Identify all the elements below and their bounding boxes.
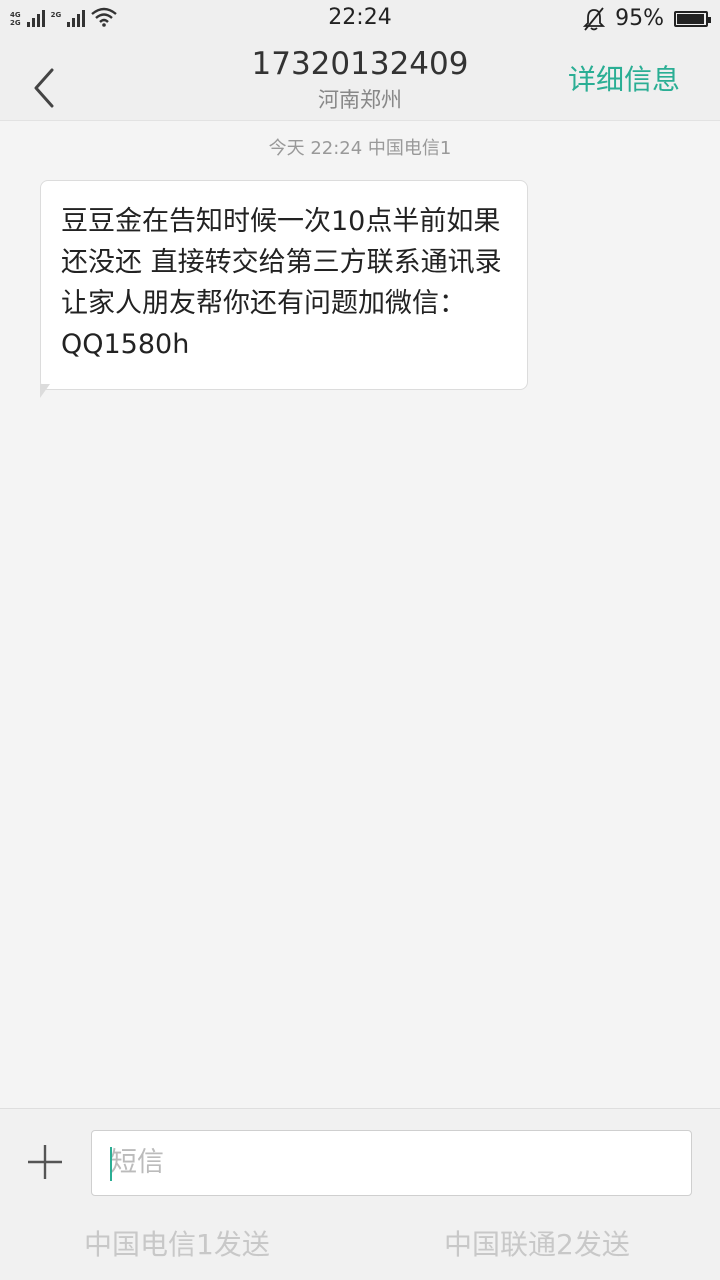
- battery-fill: [677, 13, 704, 24]
- messaging-screen: 4G 2G 2G 22:24 95% 17320132409 河南郑州 详细信息…: [0, 0, 720, 1280]
- message-text: 豆豆金在告知时候一次10点半前如果还没还 直接转交给第三方联系通讯录让家人朋友帮…: [61, 206, 502, 360]
- add-attachment-button[interactable]: [22, 1139, 68, 1185]
- send-sim2-button[interactable]: 中国联通2发送: [444, 1223, 630, 1263]
- send-sim1-button[interactable]: 中国电信1发送: [84, 1223, 270, 1263]
- status-bar: 4G 2G 2G 22:24 95%: [0, 0, 720, 38]
- status-right: 95%: [583, 6, 711, 31]
- sms-input-placeholder: 短信: [110, 1147, 164, 1178]
- text-caret: [110, 1147, 112, 1181]
- sms-input[interactable]: 短信: [91, 1130, 692, 1196]
- incoming-message-bubble[interactable]: 豆豆金在告知时候一次10点半前如果还没还 直接转交给第三方联系通讯录让家人朋友帮…: [40, 180, 528, 390]
- details-button[interactable]: 详细信息: [568, 58, 680, 98]
- bubble-tail: [40, 384, 50, 398]
- plus-icon: [28, 1145, 62, 1179]
- conversation-header: 17320132409 河南郑州 详细信息: [0, 38, 720, 121]
- mute-bell-icon: [583, 6, 606, 31]
- composer-bar: 短信 中国电信1发送 中国联通2发送: [0, 1108, 720, 1280]
- battery-percent: 95%: [615, 6, 664, 31]
- battery-icon: [674, 10, 711, 27]
- message-timestamp: 今天 22:24 中国电信1: [268, 138, 452, 159]
